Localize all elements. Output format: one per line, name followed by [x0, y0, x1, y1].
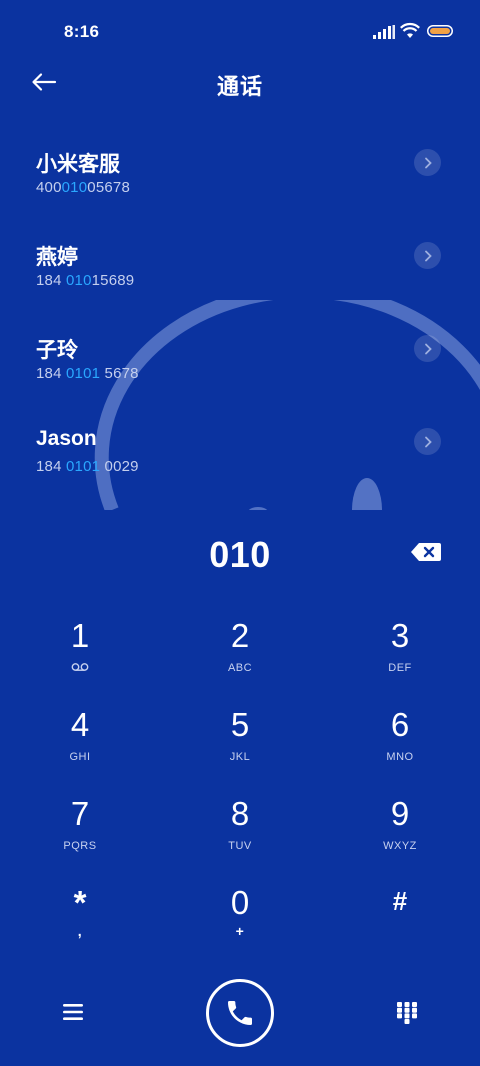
key-letters: DEF [388, 662, 412, 674]
contact-suggestions: 小米客服 40001005678 燕婷 184 01015689 子玲 184 … [0, 138, 480, 510]
key-2[interactable]: 2 ABC [180, 616, 300, 696]
key-4[interactable]: 4 GHI [20, 705, 140, 785]
bottom-bar [0, 976, 480, 1048]
key-digit: # [392, 886, 408, 916]
menu-button[interactable] [58, 998, 88, 1026]
contact-item[interactable]: 燕婷 184 01015689 [0, 231, 480, 324]
key-letters: PQRS [63, 840, 97, 852]
key-digit: 7 [70, 795, 90, 832]
key-star[interactable]: * , [20, 883, 140, 963]
key-0[interactable]: 0 + [180, 883, 300, 963]
key-letters: TUV [228, 840, 252, 852]
backspace-button[interactable] [410, 541, 442, 563]
voicemail-icon [71, 663, 89, 671]
key-1[interactable]: 1 [20, 616, 140, 696]
contact-item[interactable]: 小米客服 40001005678 [0, 138, 480, 231]
status-bar: 8:16 [0, 0, 480, 62]
contact-number: 184 0101 5678 [36, 365, 139, 382]
key-hash[interactable]: # [340, 883, 460, 963]
key-letters: , [77, 923, 83, 939]
page-title: 通话 [216, 74, 263, 99]
status-time: 8:16 [64, 22, 100, 41]
key-digit: 8 [230, 795, 250, 832]
contact-item[interactable]: Jason 184 0101 0029 [0, 417, 480, 510]
dialpad-icon [397, 1002, 417, 1024]
key-8[interactable]: 8 TUV [180, 794, 300, 874]
number-display: 010 [0, 524, 480, 584]
dialer-screen: 8:16 通话 小米客服 40001005678 燕婷 184 01015689… [0, 0, 480, 1066]
key-letters: + [235, 923, 245, 939]
key-7[interactable]: 7 PQRS [20, 794, 140, 874]
contact-item[interactable]: 子玲 184 0101 5678 [0, 324, 480, 417]
signal-icon [373, 25, 395, 39]
key-digit: 3 [390, 617, 410, 654]
key-digit: 0 [230, 884, 250, 921]
contact-name: 小米客服 [36, 153, 120, 176]
battery-icon [427, 25, 453, 37]
key-9[interactable]: 9 WXYZ [340, 794, 460, 874]
dialpad-toggle-button[interactable] [392, 998, 422, 1028]
contact-details-button[interactable] [414, 428, 441, 455]
key-digit: 9 [390, 795, 410, 832]
contact-details-button[interactable] [414, 242, 441, 269]
contact-details-button[interactable] [414, 149, 441, 176]
key-digit: 5 [230, 706, 250, 743]
contact-name: 燕婷 [36, 246, 78, 269]
key-letters: GHI [69, 751, 91, 763]
contact-details-button[interactable] [414, 335, 441, 362]
phone-icon [228, 1001, 252, 1025]
contact-number: 184 01015689 [36, 272, 135, 289]
key-3[interactable]: 3 DEF [340, 616, 460, 696]
chevron-right-icon [424, 436, 432, 447]
key-letters: WXYZ [383, 840, 417, 852]
key-6[interactable]: 6 MNO [340, 705, 460, 785]
key-digit: 4 [70, 706, 90, 743]
backspace-icon [411, 543, 441, 561]
wifi-icon [400, 22, 420, 38]
call-button[interactable] [206, 979, 274, 1047]
chevron-right-icon [424, 250, 432, 261]
key-5[interactable]: 5 JKL [180, 705, 300, 785]
key-digit: * [73, 884, 87, 921]
contact-number: 184 0101 0029 [36, 458, 139, 475]
key-letters: ABC [227, 662, 253, 674]
contact-name: Jason [36, 427, 97, 450]
contact-name: 子玲 [36, 339, 78, 362]
key-letters: MNO [386, 751, 414, 763]
key-digit: 2 [230, 617, 250, 654]
key-digit: 6 [390, 706, 410, 743]
header: 通话 [0, 56, 480, 108]
key-digit: 1 [70, 617, 90, 654]
key-letters: JKL [229, 751, 251, 763]
chevron-right-icon [424, 157, 432, 168]
contact-number: 40001005678 [36, 179, 130, 196]
typed-number[interactable]: 010 [0, 534, 480, 576]
chevron-right-icon [424, 343, 432, 354]
menu-icon [63, 1004, 83, 1020]
